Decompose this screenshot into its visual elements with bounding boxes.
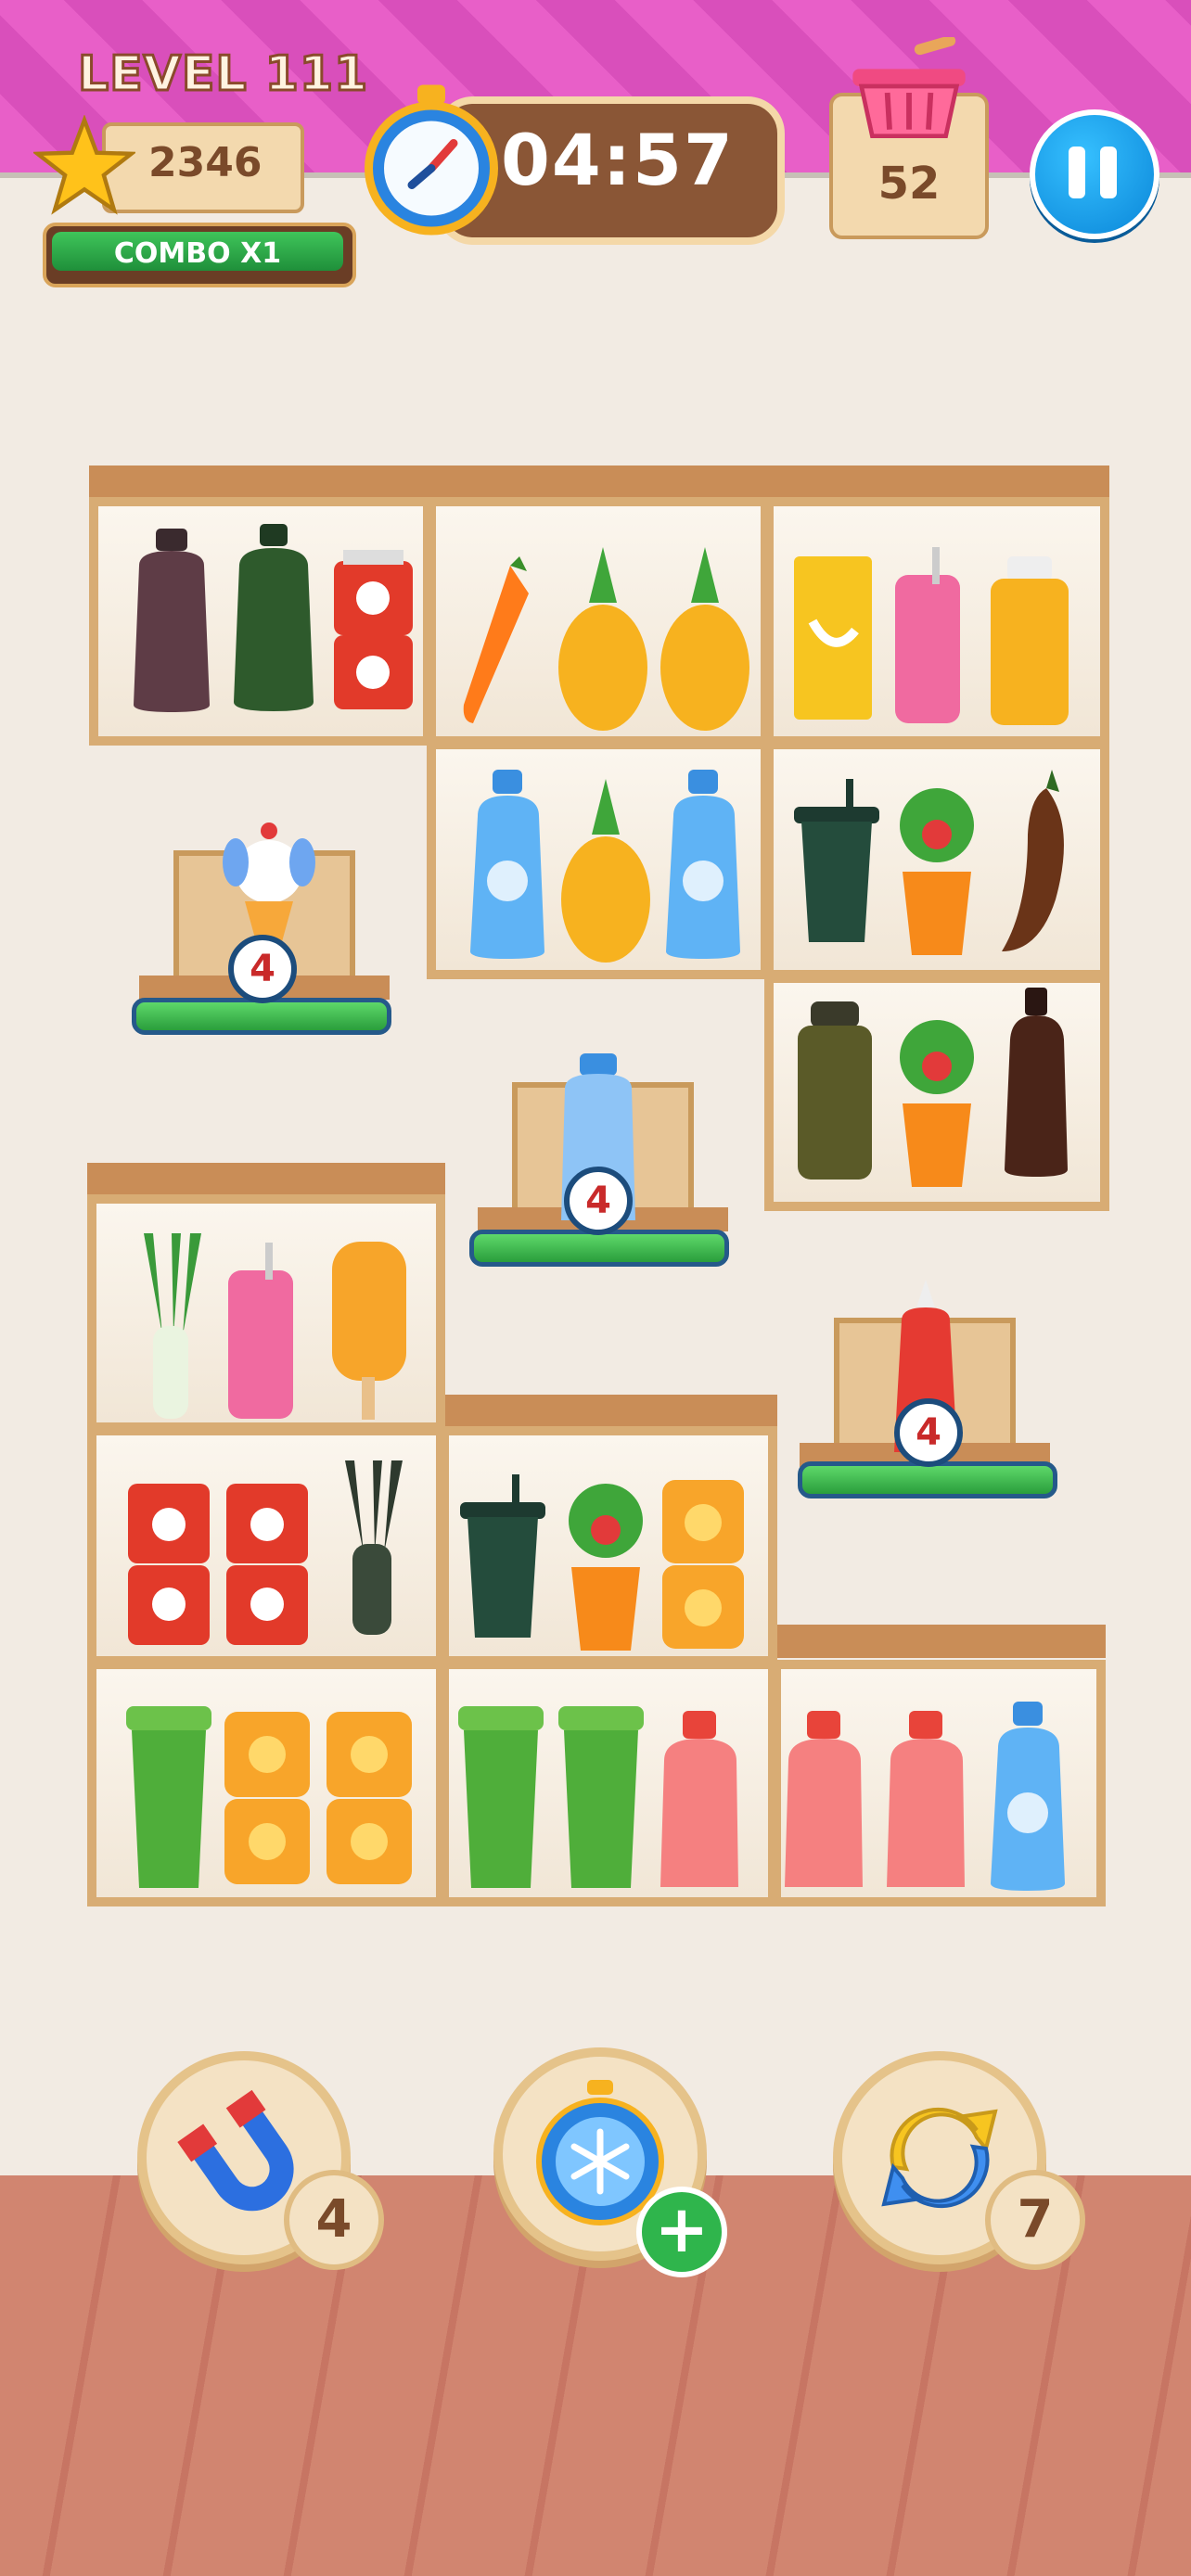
- shelf-top-cap: [438, 1395, 777, 1428]
- basket-count: 52: [877, 158, 941, 210]
- shelf-top-cap: [87, 1163, 445, 1196]
- dark-green-cup-item[interactable]: [790, 779, 883, 946]
- level-label: LEVEL 111: [76, 45, 369, 104]
- stand-progress-bar: [798, 1461, 1057, 1498]
- tomato-can-item[interactable]: [121, 1474, 218, 1655]
- strawberry-milk-bottle-item[interactable]: [775, 1711, 873, 1892]
- pink-tumbler-item[interactable]: [886, 547, 974, 728]
- shelf-top-cap: [89, 465, 1109, 499]
- strawberry-milk-bottle-item[interactable]: [877, 1711, 975, 1892]
- dark-green-cup-item[interactable]: [456, 1474, 549, 1641]
- shelf-top-cap: [774, 1625, 1106, 1658]
- olive-sport-bottle-item[interactable]: [790, 1001, 878, 1182]
- pink-tumbler-item[interactable]: [219, 1243, 316, 1423]
- pineapple-item[interactable]: [654, 547, 756, 733]
- sport-bottle-item[interactable]: [983, 556, 1076, 728]
- tomato-can-item[interactable]: [325, 524, 422, 719]
- stand-progress-bar: [132, 998, 391, 1035]
- tomato-can-item[interactable]: [219, 1465, 316, 1655]
- stand-count-badge: 4: [894, 1398, 963, 1467]
- water-bottle-item[interactable]: [980, 1702, 1077, 1892]
- magnet-count: 4: [284, 2170, 384, 2270]
- green-tumbler-item[interactable]: [553, 1706, 650, 1892]
- leek-item[interactable]: [125, 1233, 213, 1423]
- pause-icon: [1069, 147, 1085, 198]
- green-tumbler-item[interactable]: [121, 1706, 218, 1892]
- pineapple-item[interactable]: [555, 779, 657, 964]
- stand-count-badge: 4: [228, 935, 297, 1003]
- potted-strawberry-plant-item[interactable]: [886, 770, 988, 960]
- combo-label: COMBO X1: [113, 237, 282, 270]
- water-bottle-item[interactable]: [655, 770, 752, 960]
- carrot-item[interactable]: [455, 556, 543, 728]
- chili-pepper-item[interactable]: [991, 770, 1079, 955]
- countdown-timer: 04:57: [501, 119, 735, 201]
- pause-icon-bar: [1100, 147, 1117, 198]
- green-bottle-item[interactable]: [223, 524, 325, 714]
- dark-juice-bottle-item[interactable]: [121, 529, 223, 714]
- water-bottle-item[interactable]: [459, 770, 557, 960]
- stand-count-badge: 4: [564, 1167, 633, 1235]
- stand-progress-bar: [469, 1230, 729, 1267]
- honey-jar-item[interactable]: [219, 1706, 316, 1892]
- pineapple-item[interactable]: [552, 547, 654, 733]
- banana-chips-bag-item[interactable]: [788, 538, 877, 723]
- stopwatch-icon: [365, 84, 498, 236]
- pause-button[interactable]: [1030, 109, 1159, 239]
- dark-juice-bottle-item[interactable]: [997, 988, 1076, 1178]
- basket-icon: [852, 37, 966, 138]
- potted-strawberry-plant-item[interactable]: [886, 1001, 988, 1192]
- dark-leek-item[interactable]: [327, 1460, 415, 1637]
- potted-strawberry-plant-item[interactable]: [555, 1465, 657, 1655]
- green-tumbler-item[interactable]: [453, 1706, 550, 1892]
- coin-count: 2346: [148, 139, 263, 186]
- orange-popsicle-item[interactable]: [323, 1238, 416, 1423]
- shuffle-count: 7: [985, 2170, 1085, 2270]
- honey-jar-item[interactable]: [321, 1706, 418, 1892]
- strawberry-milk-bottle-item[interactable]: [651, 1711, 749, 1892]
- honey-jar-item[interactable]: [657, 1474, 749, 1655]
- add-freeze-button[interactable]: +: [636, 2187, 727, 2277]
- star-icon: [33, 115, 135, 215]
